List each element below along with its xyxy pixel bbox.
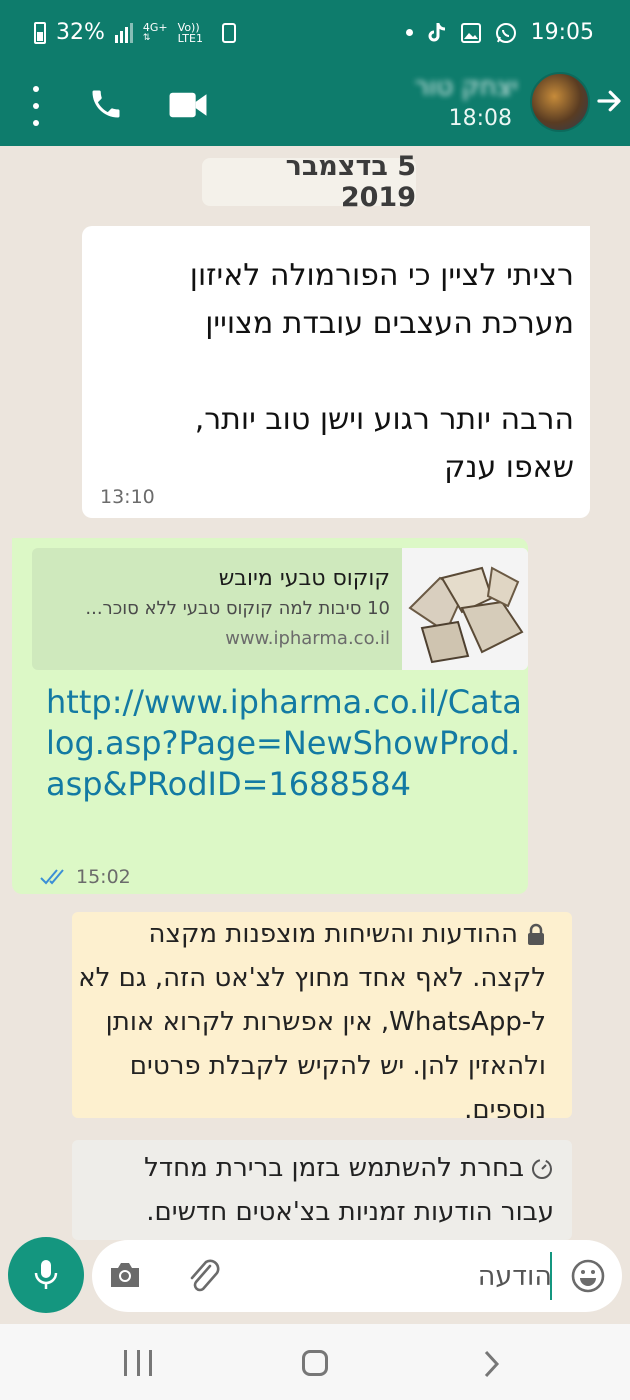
preview-thumbnail — [402, 548, 528, 670]
mic-button[interactable] — [8, 1237, 84, 1313]
preview-domain: www.ipharma.co.il — [225, 628, 390, 649]
text-caret — [550, 1252, 552, 1300]
app-header: 32% 4G+ ⇅ Vo)) LTE1 19:05 יצחק טור 18:08 — [0, 0, 630, 146]
signal-icon — [114, 22, 133, 43]
preview-title: קוקוס טבעי מיובש — [218, 566, 390, 591]
network-indicator: 4G+ ⇅ — [142, 20, 168, 43]
home-icon[interactable] — [302, 1350, 328, 1376]
message-box[interactable] — [92, 1240, 622, 1312]
status-left: 32% 4G+ ⇅ Vo)) LTE1 — [34, 20, 236, 45]
encryption-text-wrap: ההודעות והשיחות מוצפנות מקצה לקצה. לאף א… — [76, 912, 546, 1132]
attach-icon[interactable] — [184, 1256, 220, 1294]
encryption-text: ההודעות והשיחות מוצפנות מקצה לקצה. לאף א… — [78, 919, 546, 1125]
recent-apps-icon[interactable] — [124, 1350, 152, 1376]
dot-icon — [405, 29, 413, 36]
sim-icon — [221, 22, 236, 43]
tiktok-icon — [428, 22, 445, 41]
timer-text-wrap: בחרת להשתמש בזמן ברירת מחדל עבור הודעות … — [84, 1146, 554, 1234]
read-receipt-icon — [40, 869, 64, 885]
message-meta: 15:02 — [40, 866, 131, 888]
status-time: 19:05 — [530, 20, 594, 45]
emoji-icon[interactable] — [570, 1258, 606, 1294]
video-icon[interactable] — [168, 88, 208, 122]
encryption-notice[interactable]: ההודעות והשיחות מוצפנות מקצה לקצה. לאף א… — [72, 912, 572, 1125]
battery-percent: 32% — [56, 20, 105, 45]
camera-icon[interactable] — [108, 1260, 142, 1290]
gallery-icon — [460, 22, 481, 43]
message-time: 13:10 — [100, 486, 155, 508]
outgoing-message[interactable]: קוקוס טבעי מיובש 10 סיבות למה קוקוס טבעי… — [12, 538, 528, 894]
message-time: 15:02 — [76, 866, 131, 888]
last-seen: 18:08 — [448, 106, 512, 131]
link-preview[interactable]: קוקוס טבעי מיובש 10 סיבות למה קוקוס טבעי… — [32, 548, 528, 670]
battery-icon — [34, 21, 46, 44]
preview-description: 10 סיבות למה קוקוס טבעי ללא סוכר... — [85, 598, 390, 619]
chat-area[interactable]: 5 בדצמבר 2019 רציתי לציין כי הפורמולה לא… — [0, 146, 630, 1240]
back-arrow-icon[interactable] — [594, 86, 624, 116]
system-nav-bar — [0, 1324, 630, 1400]
timer-icon — [532, 1158, 552, 1179]
timer-text: בחרת להשתמש בזמן ברירת מחדל עבור הודעות … — [144, 1153, 554, 1227]
lock-icon — [528, 923, 544, 945]
date-divider: 5 בדצמבר 2019 — [202, 151, 416, 213]
message-text: רציתי לציין כי הפורמולה לאיזון מערכת העצ… — [189, 258, 574, 485]
incoming-message[interactable]: רציתי לציין כי הפורמולה לאיזון מערכת העצ… — [82, 226, 590, 518]
message-link[interactable]: http://www.ipharma.co.il/Catalog.asp?Pag… — [46, 682, 526, 805]
contact-name[interactable]: יצחק טור — [414, 72, 518, 102]
back-icon[interactable] — [480, 1350, 502, 1378]
network-type: 4G+ — [142, 20, 168, 34]
mic-icon — [34, 1260, 58, 1289]
status-bar: 32% 4G+ ⇅ Vo)) LTE1 19:05 — [0, 0, 630, 66]
volte-indicator: Vo)) LTE1 — [177, 20, 203, 45]
disappearing-messages-notice[interactable]: בחרת להשתמש בזמן ברירת מחדל עבור הודעות … — [72, 1140, 572, 1240]
input-bar — [0, 1237, 630, 1324]
whatsapp-icon — [495, 22, 516, 43]
menu-icon[interactable] — [30, 86, 42, 126]
avatar[interactable] — [530, 72, 590, 132]
status-right: 19:05 — [405, 20, 594, 45]
chat-toolbar: יצחק טור 18:08 — [0, 66, 630, 146]
message-input[interactable] — [252, 1254, 552, 1298]
phone-icon[interactable] — [88, 86, 124, 122]
